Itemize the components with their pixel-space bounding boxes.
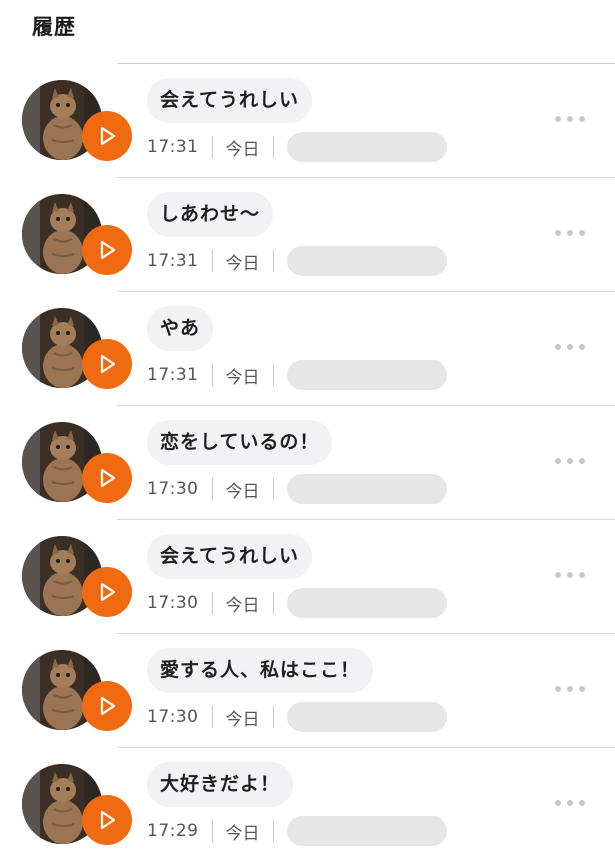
- play-button[interactable]: [82, 681, 132, 731]
- avatar-container: [22, 194, 132, 276]
- more-options-button[interactable]: [555, 568, 585, 582]
- history-item: 恋をしているの！ 17:30 今日: [22, 405, 615, 519]
- timestamp: 17:31: [147, 365, 199, 385]
- divider: [272, 592, 274, 614]
- message-bubble: 会えてうれしい: [147, 78, 313, 123]
- avatar-container: [22, 764, 132, 846]
- more-options-button[interactable]: [555, 226, 585, 240]
- message-bubble: 大好きだよ！: [147, 762, 294, 807]
- day-label: 今日: [225, 823, 260, 844]
- timestamp: 17:30: [147, 707, 199, 727]
- avatar-container: [22, 422, 132, 504]
- divider: [211, 820, 213, 842]
- play-icon: [100, 582, 116, 602]
- timestamp: 17:31: [147, 137, 199, 157]
- day-label: 今日: [225, 367, 260, 388]
- day-label: 今日: [225, 481, 260, 502]
- avatar-container: [22, 80, 132, 162]
- message-bubble: しあわせ〜: [147, 192, 274, 237]
- play-button[interactable]: [82, 795, 132, 845]
- history-item: しあわせ〜 17:31 今日: [22, 177, 615, 291]
- play-icon: [100, 354, 116, 374]
- divider: [211, 478, 213, 500]
- divider: [211, 364, 213, 386]
- history-list: 会えてうれしい 17:31 今日 しあわせ〜 17:31 今日 やあ 17:31…: [0, 63, 615, 861]
- more-options-button[interactable]: [555, 340, 585, 354]
- divider: [211, 136, 213, 158]
- redacted-text: [286, 702, 447, 732]
- more-options-button[interactable]: [555, 112, 585, 126]
- play-button[interactable]: [82, 111, 132, 161]
- timestamp: 17:30: [147, 479, 199, 499]
- divider: [211, 592, 213, 614]
- play-icon: [100, 810, 116, 830]
- divider: [272, 136, 274, 158]
- divider: [272, 706, 274, 728]
- history-item: やあ 17:31 今日: [22, 291, 615, 405]
- history-item: 愛する人、私はここ！ 17:30 今日: [22, 633, 615, 747]
- redacted-text: [286, 246, 447, 276]
- message-bubble: 会えてうれしい: [147, 534, 313, 579]
- divider: [272, 364, 274, 386]
- day-label: 今日: [225, 253, 260, 274]
- avatar-container: [22, 536, 132, 618]
- message-meta: 17:31 今日: [147, 132, 447, 162]
- message-meta: 17:31 今日: [147, 246, 447, 276]
- more-options-button[interactable]: [555, 454, 585, 468]
- message-bubble: 恋をしているの！: [147, 420, 333, 465]
- more-dots-icon: [555, 800, 561, 806]
- more-options-button[interactable]: [555, 682, 585, 696]
- more-dots-icon: [555, 116, 561, 122]
- day-label: 今日: [225, 595, 260, 616]
- divider: [272, 820, 274, 842]
- play-button[interactable]: [82, 339, 132, 389]
- timestamp: 17:29: [147, 821, 199, 841]
- redacted-text: [286, 360, 447, 390]
- redacted-text: [286, 474, 447, 504]
- message-meta: 17:30 今日: [147, 588, 447, 618]
- more-dots-icon: [555, 572, 561, 578]
- play-icon: [100, 696, 116, 716]
- history-item: 大好きだよ！ 17:29 今日: [22, 747, 615, 861]
- day-label: 今日: [225, 139, 260, 160]
- play-icon: [100, 240, 116, 260]
- message-meta: 17:30 今日: [147, 474, 447, 504]
- redacted-text: [286, 132, 447, 162]
- avatar-container: [22, 650, 132, 732]
- more-dots-icon: [555, 230, 561, 236]
- message-meta: 17:31 今日: [147, 360, 447, 390]
- divider: [211, 250, 213, 272]
- redacted-text: [286, 588, 447, 618]
- message-meta: 17:29 今日: [147, 816, 447, 846]
- message-bubble: 愛する人、私はここ！: [147, 648, 374, 693]
- play-icon: [100, 468, 116, 488]
- redacted-text: [286, 816, 447, 846]
- play-button[interactable]: [82, 567, 132, 617]
- more-dots-icon: [555, 344, 561, 350]
- more-dots-icon: [555, 458, 561, 464]
- history-item: 会えてうれしい 17:31 今日: [22, 63, 615, 177]
- more-options-button[interactable]: [555, 796, 585, 810]
- timestamp: 17:30: [147, 593, 199, 613]
- play-icon: [100, 126, 116, 146]
- play-button[interactable]: [82, 225, 132, 275]
- divider: [272, 250, 274, 272]
- avatar-container: [22, 308, 132, 390]
- play-button[interactable]: [82, 453, 132, 503]
- divider: [272, 478, 274, 500]
- message-bubble: やあ: [147, 306, 214, 351]
- message-meta: 17:30 今日: [147, 702, 447, 732]
- timestamp: 17:31: [147, 251, 199, 271]
- more-dots-icon: [555, 686, 561, 692]
- page-title: 履歴: [32, 15, 76, 39]
- day-label: 今日: [225, 709, 260, 730]
- history-item: 会えてうれしい 17:30 今日: [22, 519, 615, 633]
- divider: [211, 706, 213, 728]
